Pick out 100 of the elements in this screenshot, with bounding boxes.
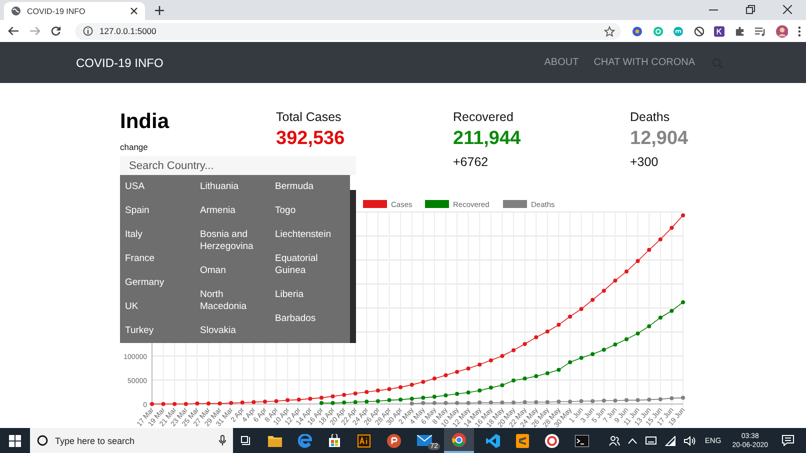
data-point bbox=[376, 399, 380, 404]
country-option[interactable]: Spain bbox=[125, 199, 188, 223]
close-icon[interactable] bbox=[130, 7, 138, 15]
country-option[interactable]: Equatorial Guinea bbox=[275, 247, 338, 283]
wifi-icon[interactable] bbox=[664, 436, 676, 446]
data-point bbox=[444, 373, 448, 378]
taskbar-app[interactable] bbox=[444, 428, 474, 453]
data-point bbox=[410, 382, 414, 387]
brand-link[interactable]: COVID-19 INFO bbox=[76, 56, 164, 70]
country-option[interactable]: Germany bbox=[125, 271, 188, 295]
shopping-bag-icon[interactable] bbox=[328, 434, 341, 447]
extension-icon[interactable] bbox=[714, 26, 725, 36]
data-point bbox=[681, 300, 685, 304]
data-point bbox=[488, 386, 493, 390]
search-field[interactable]: Search Country... bbox=[120, 156, 356, 175]
stat-delta: +300 bbox=[630, 155, 660, 169]
data-point bbox=[364, 390, 369, 394]
data-point bbox=[330, 394, 335, 398]
data-point bbox=[590, 399, 595, 404]
data-point bbox=[658, 397, 662, 402]
plus-icon[interactable] bbox=[155, 6, 164, 15]
country-option[interactable]: Bermuda bbox=[275, 175, 338, 199]
close-icon[interactable] bbox=[783, 5, 792, 14]
task-view-icon[interactable] bbox=[241, 436, 252, 446]
data-point bbox=[636, 258, 640, 263]
data-point bbox=[387, 387, 392, 392]
blocked-icon[interactable] bbox=[694, 26, 704, 36]
stat-value: 392,536 bbox=[276, 128, 346, 150]
puzzle-icon[interactable] bbox=[734, 26, 746, 36]
taskbar-search[interactable]: Type here to search bbox=[30, 428, 233, 453]
data-point bbox=[613, 342, 618, 346]
country-option[interactable]: Oman bbox=[200, 259, 263, 283]
data-point bbox=[556, 322, 561, 327]
country-option[interactable]: Barbados bbox=[275, 307, 338, 331]
app-icon[interactable] bbox=[545, 434, 559, 448]
country-option[interactable]: North Macedonia bbox=[200, 283, 263, 319]
data-point bbox=[579, 399, 584, 404]
address-bar[interactable]: 127.0.0.1:5000 bbox=[74, 22, 622, 40]
data-point bbox=[432, 401, 436, 406]
stat-label: Deaths bbox=[630, 110, 671, 124]
country-option[interactable]: USA bbox=[125, 175, 188, 199]
avatar-icon[interactable] bbox=[776, 24, 788, 38]
country-option[interactable]: Bosnia and Herzegovina bbox=[200, 223, 263, 259]
country-option[interactable]: Slovakia bbox=[200, 319, 263, 343]
country-option[interactable]: Italy bbox=[125, 223, 188, 247]
star-icon[interactable] bbox=[604, 26, 616, 36]
notification-icon[interactable] bbox=[782, 435, 794, 446]
code-editor-icon[interactable] bbox=[486, 434, 500, 448]
country-option[interactable]: Turkey bbox=[125, 319, 188, 343]
country-option[interactable]: France bbox=[125, 247, 188, 271]
country-option[interactable]: Armenia bbox=[200, 199, 263, 223]
data-point bbox=[568, 400, 572, 404]
data-point bbox=[534, 400, 538, 404]
data-point bbox=[522, 376, 527, 381]
browser-e-icon[interactable] bbox=[298, 434, 312, 448]
data-point bbox=[556, 368, 561, 372]
data-point bbox=[613, 398, 618, 403]
terminal-icon[interactable] bbox=[575, 434, 589, 446]
nav-link[interactable]: CHAT WITH CORONA bbox=[594, 57, 695, 68]
speaker-icon[interactable] bbox=[684, 436, 696, 446]
data-point bbox=[432, 394, 436, 399]
country-option[interactable]: Lithuania bbox=[200, 175, 263, 199]
chevron-up-icon[interactable] bbox=[628, 438, 637, 444]
legend-swatch bbox=[363, 200, 387, 208]
data-point bbox=[274, 399, 278, 404]
menu-icon[interactable] bbox=[798, 26, 801, 36]
people-icon[interactable] bbox=[608, 435, 620, 446]
data-point bbox=[455, 401, 460, 406]
data-point bbox=[286, 398, 290, 402]
keyboard-icon[interactable] bbox=[644, 436, 657, 445]
data-point bbox=[624, 398, 628, 402]
text-editor-icon[interactable] bbox=[516, 434, 529, 448]
data-point bbox=[613, 278, 618, 283]
change-link[interactable]: change bbox=[120, 142, 148, 152]
microphone-icon[interactable] bbox=[219, 435, 226, 446]
illustrator-icon[interactable] bbox=[357, 434, 371, 448]
country-option[interactable]: UK bbox=[125, 295, 188, 319]
windows-icon[interactable] bbox=[9, 434, 21, 446]
reload-icon[interactable] bbox=[51, 26, 61, 36]
data-point bbox=[455, 392, 460, 396]
data-point bbox=[421, 380, 426, 384]
nav-link[interactable]: ABOUT bbox=[544, 57, 579, 68]
extension-icon[interactable] bbox=[632, 26, 643, 36]
country-option[interactable]: Liechtenstein bbox=[275, 223, 338, 247]
country-option[interactable]: Liberia bbox=[275, 283, 338, 307]
playlist-icon[interactable] bbox=[755, 26, 766, 36]
folder-icon[interactable] bbox=[268, 434, 282, 446]
stat-value: 12,904 bbox=[630, 128, 690, 150]
data-point bbox=[364, 400, 369, 404]
restore-icon[interactable] bbox=[746, 5, 755, 14]
mail-icon[interactable] bbox=[417, 435, 432, 446]
data-point bbox=[545, 400, 550, 404]
back-icon[interactable] bbox=[8, 26, 18, 36]
presentation-icon[interactable] bbox=[387, 434, 401, 448]
data-point bbox=[624, 270, 628, 274]
tab-title: COVID-19 INFO bbox=[27, 6, 86, 16]
data-point bbox=[500, 354, 504, 358]
browser-tab[interactable]: COVID-19 INFO bbox=[4, 2, 145, 20]
scrollbar[interactable] bbox=[350, 190, 356, 343]
country-option[interactable]: Togo bbox=[275, 199, 338, 223]
